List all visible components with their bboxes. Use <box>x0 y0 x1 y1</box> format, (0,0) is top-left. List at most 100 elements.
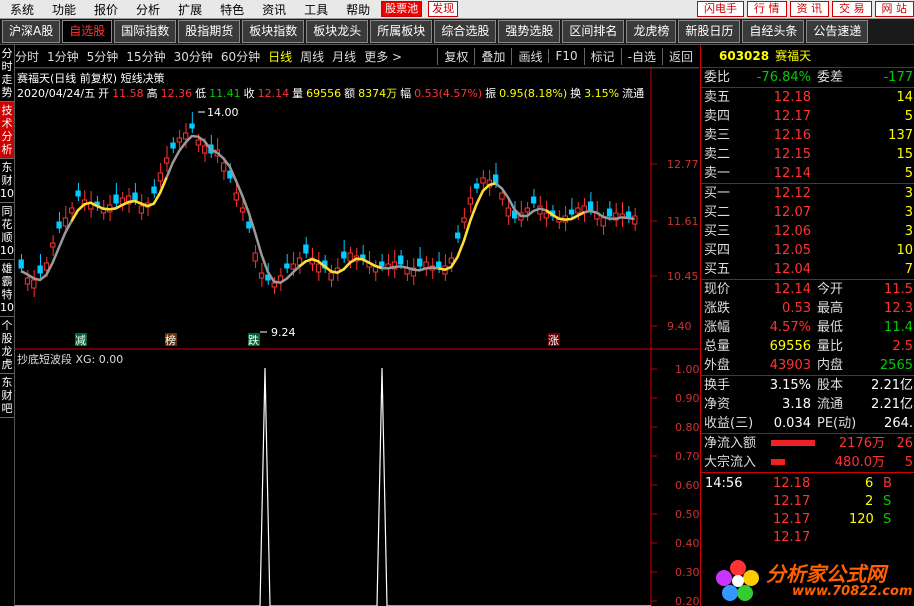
fundamentals: 换手 3.15% 股本 2.21亿 净资 3.18 流通 2.21亿 收益(三) 0.034 P… <box>701 376 914 433</box>
chart-title: 赛福天(日线 前复权) 短线决策 <box>17 72 165 85</box>
stat-row: 涨跌 0.53 最高 12.3 <box>704 301 913 316</box>
period-15min[interactable]: 15分钟 <box>126 48 165 65</box>
tab-a-shares[interactable]: 沪深A股 <box>2 20 61 43</box>
period-toolbar: 分时 1分钟 5分钟 15分钟 30分钟 60分钟 日线 周线 月线 更多 > … <box>15 45 699 68</box>
bid-row[interactable]: 买四 12.05 10 <box>701 241 914 260</box>
bid-row[interactable]: 买五 12.04 7 <box>701 260 914 279</box>
menu-feature[interactable]: 特色 <box>220 1 244 18</box>
stat-row: 现价 12.14 今开 11.5 <box>704 282 913 297</box>
menu-analysis[interactable]: 分析 <box>136 1 160 18</box>
period-monthly[interactable]: 月线 <box>332 48 356 65</box>
indicator-axis-label: 0.50 <box>675 508 699 521</box>
tick-row: 12.17 <box>773 530 811 545</box>
f10-button[interactable]: F10 <box>548 49 583 63</box>
period-60min[interactable]: 60分钟 <box>221 48 260 65</box>
ask-row[interactable]: 卖三 12.16 137 <box>701 126 914 145</box>
period-more[interactable]: 更多 > <box>364 48 402 65</box>
discover-button[interactable]: 发现 <box>428 1 459 17</box>
indicator-signal-line <box>15 367 651 606</box>
capital-flow: 净流入额 2176万 26 大宗流入 480.0万 5 <box>701 434 914 472</box>
draw-button[interactable]: 画线 <box>511 47 548 65</box>
menu-extend[interactable]: 扩展 <box>178 1 202 18</box>
tab-own-sector[interactable]: 所属板块 <box>370 20 433 43</box>
overlay-button[interactable]: 叠加 <box>474 47 511 65</box>
period-1min[interactable]: 1分钟 <box>47 48 79 65</box>
adjust-button[interactable]: 复权 <box>437 47 474 65</box>
menu-bar: 系统 功能 报价 分析 扩展 特色 资讯 工具 帮助 股票池 发现 闪电手 行 … <box>0 0 914 19</box>
stock-header: 603028 赛福天 <box>701 45 914 68</box>
tab-range-rank[interactable]: 区间排名 <box>562 20 625 43</box>
period-daily[interactable]: 日线 <box>268 48 292 65</box>
menu-news[interactable]: 资讯 <box>262 1 286 18</box>
ask-row[interactable]: 卖五 12.18 14 <box>701 88 914 107</box>
tab-ipo-calendar[interactable]: 新股日历 <box>678 20 741 43</box>
fund-row: 净资 3.18 流通 2.21亿 <box>704 397 913 412</box>
news-button[interactable]: 资 讯 <box>789 1 829 17</box>
stock-name: 赛福天 <box>775 49 812 63</box>
indicator-axis-label: 0.20 <box>675 595 699 606</box>
period-weekly[interactable]: 周线 <box>300 48 324 65</box>
indicator-axis-label: 0.90 <box>675 392 699 405</box>
tab-index-futures[interactable]: 股指期货 <box>178 20 241 43</box>
mark-button[interactable]: 标记 <box>583 47 621 65</box>
back-button[interactable]: 返回 <box>661 47 699 65</box>
menu-quote[interactable]: 报价 <box>94 1 118 18</box>
max-price-label: 14.00 <box>207 106 239 119</box>
marker-rise: 涨 <box>548 334 559 347</box>
menu-system[interactable]: 系统 <box>10 1 34 18</box>
tab-strong-pick[interactable]: 强势选股 <box>498 20 561 43</box>
flash-trade-button[interactable]: 闪电手 <box>697 1 744 17</box>
tick-row: 12.17 2 S <box>773 494 892 509</box>
bid-list: 买一 12.12 3 买二 12.07 3 买三 12.06 3 买四 12.05 10 买五 1… <box>701 184 914 279</box>
bid-row[interactable]: 买二 12.07 3 <box>701 203 914 222</box>
period-intraday[interactable]: 分时 <box>15 48 39 65</box>
price-axis-label: 10.45 <box>667 270 699 283</box>
tab-headlines[interactable]: 自经头条 <box>742 20 805 43</box>
tab-dragon-tiger[interactable]: 龙虎榜 <box>626 20 677 43</box>
side-tab-eastmoney[interactable]: 东财10 <box>0 159 14 203</box>
market-button[interactable]: 行 情 <box>747 1 787 17</box>
ask-row[interactable]: 卖一 12.14 5 <box>701 164 914 183</box>
period-5min[interactable]: 5分钟 <box>87 48 119 65</box>
side-tab-intraday[interactable]: 分时走势 <box>0 45 14 102</box>
tab-announcements[interactable]: 公告速递 <box>806 20 869 43</box>
menu-tools[interactable]: 工具 <box>304 1 328 18</box>
side-tab-xiongba[interactable]: 雄霸特10 <box>0 260 14 317</box>
side-tab-technical[interactable]: 技术分析 <box>0 102 14 159</box>
side-tab-eastmoney-bar[interactable]: 东财吧 <box>0 374 14 418</box>
price-axis-label: 11.61 <box>667 215 699 228</box>
ask-row[interactable]: 卖二 12.15 15 <box>701 145 914 164</box>
flow-row: 净流入额 2176万 26 <box>704 436 913 451</box>
tab-intl-index[interactable]: 国际指数 <box>114 20 177 43</box>
remove-watchlist-button[interactable]: -自选 <box>620 47 662 65</box>
price-stats: 现价 12.14 今开 11.5 涨跌 0.53 最高 12.3 涨幅 4.57% 最低 11.4… <box>701 280 914 375</box>
flow-row: 大宗流入 480.0万 5 <box>704 455 913 470</box>
trade-button[interactable]: 交 易 <box>832 1 872 17</box>
event-markers: 减 榜 跌 涨 <box>75 333 560 347</box>
stock-pool-button[interactable]: 股票池 <box>381 1 423 17</box>
kline-chart[interactable]: 12.77 11.61 10.45 9.40 1.00 0.90 0.80 0.70 0.60… <box>15 68 699 606</box>
menu-function[interactable]: 功能 <box>52 1 76 18</box>
menu-help[interactable]: 帮助 <box>346 1 370 18</box>
price-axis: 12.77 11.61 10.45 9.40 <box>651 158 699 333</box>
tab-sector-leader[interactable]: 板块龙头 <box>306 20 369 43</box>
chart-ohlc-info: 2020/04/24/五开 11.58 高 12.36 低 11.41 收 12.14 量 695… <box>17 87 645 100</box>
period-30min[interactable]: 30分钟 <box>174 48 213 65</box>
indicator-axis-label: 0.70 <box>675 450 699 463</box>
bid-row[interactable]: 买三 12.06 3 <box>701 222 914 241</box>
ask-row[interactable]: 卖四 12.17 5 <box>701 107 914 126</box>
tab-combined-pick[interactable]: 综合选股 <box>434 20 497 43</box>
website-button[interactable]: 网 站 <box>874 1 914 17</box>
marker-billboard: 榜 <box>165 333 176 347</box>
tab-sector-index[interactable]: 板块指数 <box>242 20 305 43</box>
tab-watchlist[interactable]: 自选股 <box>62 20 113 43</box>
side-tab-ths[interactable]: 同花顺10 <box>0 203 14 260</box>
bid-row[interactable]: 买一 12.12 3 <box>701 184 914 203</box>
tick-row: 12.17 120 S <box>773 512 892 527</box>
top-right-buttons: 闪电手 行 情 资 讯 交 易 网 站 <box>694 1 914 17</box>
fund-row: 换手 3.15% 股本 2.21亿 <box>704 378 913 393</box>
indicator-axis: 1.00 0.90 0.80 0.70 0.60 0.50 0.40 0.30 0.20 <box>651 363 699 606</box>
side-tab-stock-dragon[interactable]: 个股龙虎 <box>0 317 14 374</box>
indicator-axis-label: 0.80 <box>675 421 699 434</box>
trade-ticks: 14:56 12.18 6 B 12.17 2 S 12.17 120 S 12.17 <box>701 473 914 547</box>
